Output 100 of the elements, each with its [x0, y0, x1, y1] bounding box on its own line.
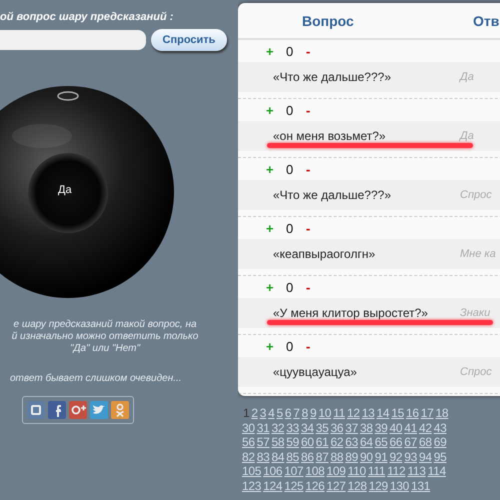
page-link[interactable]: 127 [326, 478, 346, 492]
share-icon[interactable] [69, 401, 87, 419]
upvote-button[interactable]: + [266, 44, 286, 58]
page-link[interactable]: 30 [242, 420, 255, 434]
downvote-button[interactable]: - [306, 102, 310, 118]
page-link[interactable]: 82 [242, 450, 255, 464]
page-link[interactable]: 58 [272, 435, 284, 449]
page-link[interactable]: 91 [374, 450, 388, 464]
page-link[interactable]: 109 [326, 464, 346, 478]
page-link[interactable]: 1 [243, 406, 250, 420]
page-link[interactable]: 11 [333, 406, 345, 420]
page-link[interactable]: 16 [406, 406, 419, 420]
page-link[interactable]: 17 [420, 406, 434, 420]
upvote-button[interactable]: + [266, 338, 286, 354]
page-link[interactable]: 111 [368, 464, 386, 478]
page-link[interactable]: 94 [419, 450, 432, 464]
page-link[interactable]: 110 [348, 464, 366, 478]
page-link[interactable]: 92 [390, 450, 402, 464]
downvote-button[interactable]: - [306, 220, 310, 236]
page-link[interactable]: 95 [434, 450, 446, 464]
page-link[interactable]: 15 [391, 406, 404, 420]
page-link[interactable]: 3 [260, 406, 266, 420]
page-link[interactable]: 5 [276, 406, 283, 420]
page-link[interactable]: 63 [345, 435, 358, 449]
page-link[interactable]: 124 [263, 478, 282, 492]
page-link[interactable]: 42 [419, 420, 432, 434]
downvote-button[interactable]: - [306, 44, 310, 58]
page-link[interactable]: 59 [286, 435, 299, 449]
page-link[interactable]: 125 [284, 478, 304, 492]
page-link[interactable]: 7 [293, 406, 300, 420]
share-icon[interactable] [90, 401, 108, 419]
page-link[interactable]: 14 [376, 406, 390, 420]
page-link[interactable]: 31 [256, 420, 270, 434]
share-icon[interactable] [27, 401, 45, 419]
page-link[interactable]: 35 [316, 420, 328, 434]
page-link[interactable]: 69 [434, 435, 446, 449]
upvote-button[interactable]: + [266, 280, 286, 294]
page-link[interactable]: 57 [256, 435, 270, 449]
page-link[interactable]: 8 [302, 406, 308, 420]
page-link[interactable]: 93 [404, 450, 417, 464]
page-link[interactable]: 131 [411, 478, 430, 492]
upvote-button[interactable]: + [266, 162, 286, 176]
share-icon[interactable] [111, 401, 129, 419]
page-link[interactable]: 64 [360, 435, 373, 449]
page-link[interactable]: 10 [318, 406, 332, 420]
page-link[interactable]: 66 [390, 435, 402, 449]
page-link[interactable]: 40 [390, 420, 402, 434]
page-link[interactable]: 65 [374, 435, 388, 449]
page-link[interactable]: 62 [330, 435, 344, 449]
page-link[interactable]: 61 [316, 435, 328, 449]
page-link[interactable]: 18 [435, 406, 448, 420]
page-link[interactable]: 123 [242, 478, 262, 492]
page-link[interactable]: 39 [374, 420, 388, 434]
page-link[interactable]: 113 [407, 464, 426, 478]
downvote-button[interactable]: - [306, 162, 310, 176]
page-link[interactable]: 126 [305, 478, 324, 492]
page-link[interactable]: 90 [360, 450, 373, 464]
page-link[interactable]: 2 [251, 406, 258, 420]
page-link[interactable]: 43 [434, 420, 446, 434]
page-link[interactable]: 114 [428, 464, 446, 478]
page-link[interactable]: 56 [242, 435, 255, 449]
question-field[interactable] [0, 30, 146, 50]
downvote-button[interactable]: - [306, 338, 310, 354]
page-link[interactable]: 68 [419, 435, 432, 449]
downvote-button[interactable]: - [306, 280, 310, 294]
page-link[interactable]: 37 [345, 420, 358, 434]
page-link[interactable]: 84 [272, 450, 284, 464]
page-link[interactable]: 112 [387, 464, 406, 478]
page-link[interactable]: 128 [348, 478, 367, 492]
page-link[interactable]: 4 [268, 406, 274, 420]
answer-text: Спрос [460, 189, 492, 201]
page-link[interactable]: 32 [272, 420, 284, 434]
page-link[interactable]: 12 [346, 406, 360, 420]
page-link[interactable]: 86 [301, 450, 314, 464]
page-link[interactable]: 60 [301, 435, 314, 449]
page-link[interactable]: 106 [263, 464, 282, 478]
upvote-button[interactable]: + [266, 220, 286, 236]
page-link[interactable]: 129 [368, 478, 388, 492]
page-link[interactable]: 89 [345, 450, 358, 464]
question-text: «Что же дальше???» [273, 70, 392, 84]
page-link[interactable]: 9 [310, 406, 316, 420]
page-link[interactable]: 67 [404, 435, 417, 449]
page-link[interactable]: 105 [242, 464, 262, 478]
page-link[interactable]: 34 [301, 420, 314, 434]
page-link[interactable]: 38 [360, 420, 373, 434]
page-link[interactable]: 36 [330, 420, 344, 434]
page-link[interactable]: 130 [390, 478, 409, 492]
page-link[interactable]: 88 [330, 450, 344, 464]
page-link[interactable]: 87 [316, 450, 328, 464]
page-link[interactable]: 13 [362, 406, 374, 420]
page-link[interactable]: 108 [305, 464, 324, 478]
page-link[interactable]: 6 [284, 406, 292, 420]
page-link[interactable]: 33 [286, 420, 299, 434]
share-icon[interactable] [48, 401, 66, 419]
page-link[interactable]: 85 [286, 450, 299, 464]
page-link[interactable]: 83 [256, 450, 270, 464]
page-link[interactable]: 107 [284, 464, 304, 478]
ask-button[interactable]: Спросить [151, 29, 227, 51]
page-link[interactable]: 41 [404, 420, 417, 434]
upvote-button[interactable]: + [266, 102, 286, 118]
